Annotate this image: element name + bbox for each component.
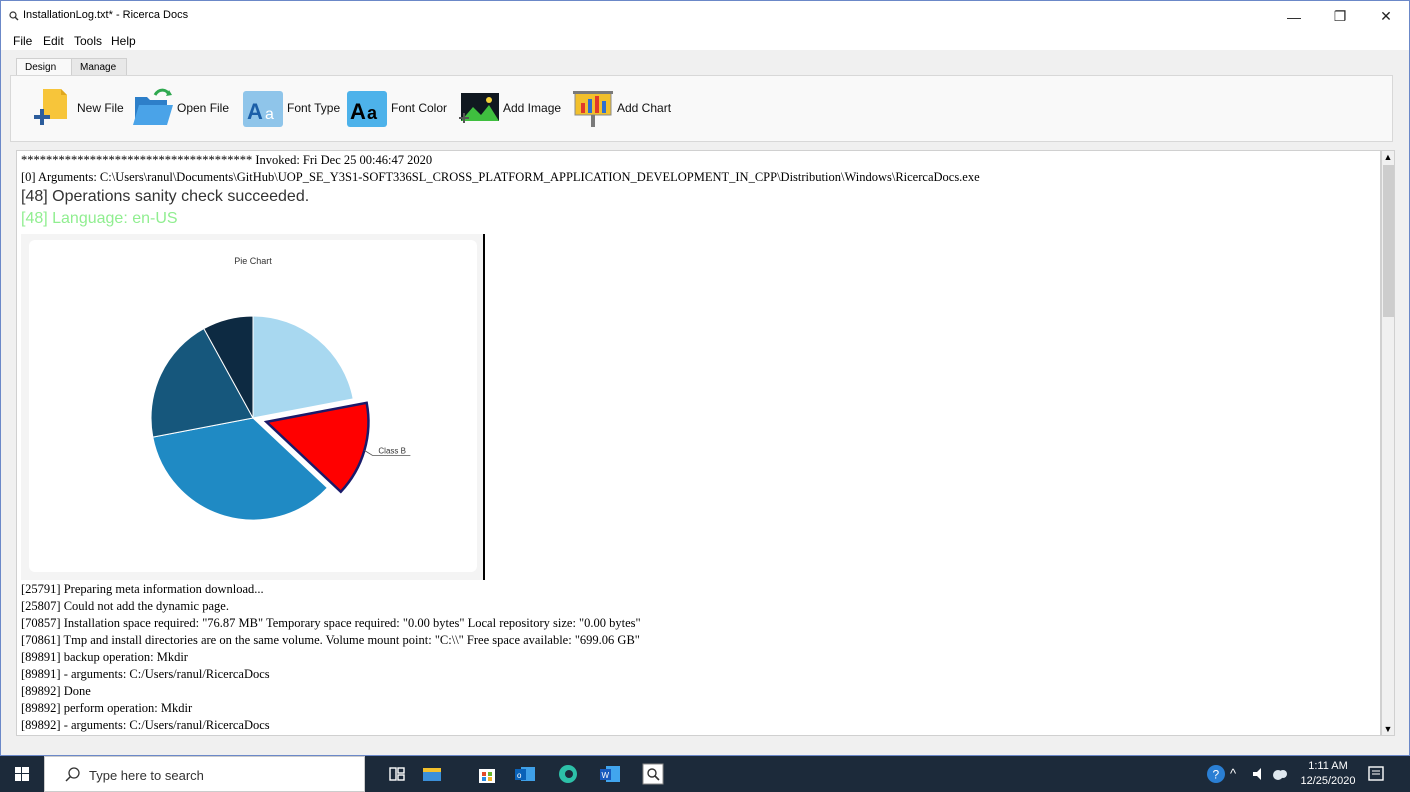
font-color-button[interactable]: A a Font Color [345,85,447,131]
font-type-icon: A a [243,91,283,127]
menu-file[interactable]: File [13,34,32,48]
slice-label: Class B [378,446,406,455]
svg-text:A: A [247,99,263,124]
add-chart-icon [573,91,613,127]
document-editor[interactable]: ************************************* In… [16,150,1381,736]
open-file-button[interactable]: Open File [131,85,229,131]
ricerca-docs-taskbar-icon[interactable] [641,762,665,786]
pie-chart: Pie Chart Class B [150,256,411,521]
minimize-button[interactable]: — [1271,1,1317,32]
font-color-icon: A a [347,91,387,127]
word-icon[interactable]: W [598,762,622,786]
taskbar-time[interactable]: 1:11 AM [1298,760,1358,772]
network-icon[interactable] [1268,762,1292,786]
log-arguments-line: [0] Arguments: C:\Users\ranul\Documents\… [21,170,980,184]
search-placeholder: Type here to search [89,768,204,783]
edge-icon[interactable] [556,762,580,786]
scroll-up-icon[interactable]: ▲ [1382,151,1394,163]
open-folder-icon [133,88,173,125]
log-line: [25807] Could not add the dynamic page. [21,599,229,613]
log-line: [89892] Done [21,684,91,698]
maximize-button[interactable]: ❐ [1317,1,1363,32]
sanity-check-line: [48] Operations sanity check succeeded. [21,188,310,205]
vertical-scrollbar[interactable]: ▲ ▼ [1381,150,1395,736]
add-chart-button[interactable]: Add Chart [571,85,671,131]
svg-text:a: a [265,106,274,123]
new-file-button[interactable]: New File [31,85,124,131]
tab-design[interactable]: Design [16,58,72,76]
menu-bar: File Edit Tools Help [1,32,1409,50]
chart-card: Pie Chart Class B [29,240,477,572]
log-header-line: ************************************* In… [21,153,433,167]
store-icon[interactable] [475,762,499,786]
log-line: [89891] - arguments: C:/Users/ranul/Rice… [21,667,270,681]
taskbar-search-input[interactable]: Type here to search [44,756,365,792]
tab-manage[interactable]: Manage [71,58,127,76]
add-image-icon [459,93,499,123]
new-file-icon [34,89,67,125]
log-line: [89892] - arguments: C:/Users/ranul/Rice… [21,718,270,732]
svg-text:?: ? [1213,768,1220,782]
log-line: [70861] Tmp and install directories are … [21,633,640,647]
search-icon [65,767,80,782]
taskbar: Type here to search o W ? ^ 1:11 AM 12/2… [0,756,1410,792]
add-image-label: Add Image [503,101,562,115]
toolbar: New File Open File A a Font Type A a Fon… [10,75,1393,142]
log-line: [25791] Preparing meta information downl… [21,582,264,596]
notifications-icon[interactable] [1364,762,1388,786]
svg-text:o: o [517,771,522,780]
log-line: [70857] Installation space required: "76… [21,616,641,630]
font-type-button[interactable]: A a Font Type [241,85,340,131]
scroll-thumb[interactable] [1383,165,1394,317]
add-chart-label: Add Chart [617,101,672,115]
svg-text:W: W [602,771,610,780]
chart-title: Pie Chart [234,256,272,266]
help-icon[interactable]: ? [1204,762,1228,786]
log-line: [89892] perform operation: Mkdir [21,701,193,715]
svg-text:a: a [367,103,378,123]
ribbon: Design Manage New File Open File A a Fon… [10,58,1393,144]
log-line: [89891] backup operation: Mkdir [21,650,188,664]
title-bar: InstallationLog.txt* - Ricerca Docs — ❐ … [1,1,1409,32]
menu-help[interactable]: Help [111,34,136,48]
open-file-label: Open File [177,101,230,115]
taskbar-date[interactable]: 12/25/2020 [1298,775,1358,787]
new-file-label: New File [77,101,124,115]
menu-edit[interactable]: Edit [43,34,64,48]
add-image-button[interactable]: Add Image [457,85,561,131]
font-color-label: Font Color [391,101,448,115]
windows-start-icon[interactable] [0,756,44,792]
language-line: [48] Language: en-US [21,210,178,227]
svg-text:A: A [350,99,366,124]
outlook-icon[interactable]: o [513,762,537,786]
menu-tools[interactable]: Tools [74,34,102,48]
pie-slice[interactable] [252,315,354,419]
file-explorer-icon[interactable] [420,762,444,786]
app-search-icon [9,11,19,21]
task-view-icon[interactable] [385,762,409,786]
window-title: InstallationLog.txt* - Ricerca Docs [23,9,189,21]
close-button[interactable]: ✕ [1363,1,1409,32]
embedded-chart[interactable]: Pie Chart Class B [21,234,485,580]
font-type-label: Font Type [287,101,341,115]
scroll-down-icon[interactable]: ▼ [1382,723,1394,735]
chevron-up-icon[interactable]: ^ [1230,766,1236,781]
